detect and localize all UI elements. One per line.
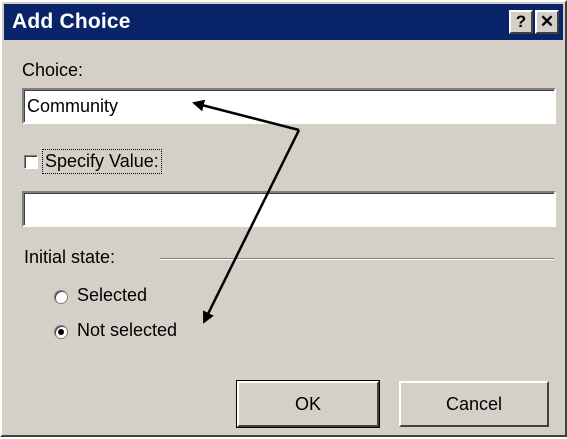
initial-state-label: Initial state: (24, 247, 116, 267)
specify-value-label[interactable]: Specify Value: (42, 149, 162, 174)
specify-value-checkbox[interactable] (24, 155, 38, 169)
radio-selected-label[interactable]: Selected (77, 285, 147, 306)
window-title: Add Choice (12, 10, 131, 33)
help-icon: ? (515, 12, 527, 31)
radio-not-selected-label[interactable]: Not selected (77, 320, 177, 341)
choice-label: Choice: (22, 60, 84, 80)
close-button[interactable]: ✕ (535, 10, 559, 34)
radio-not-selected[interactable] (54, 325, 68, 339)
help-button[interactable]: ? (509, 10, 533, 34)
group-divider (160, 258, 554, 260)
choice-input[interactable]: Community (22, 88, 556, 124)
title-bar: Add Choice ? ✕ (4, 4, 563, 40)
cancel-button[interactable]: Cancel (399, 381, 549, 427)
radio-selected[interactable] (54, 290, 68, 304)
specify-value-input[interactable] (22, 191, 556, 227)
radio-dot (58, 329, 64, 335)
close-icon: ✕ (539, 12, 555, 31)
add-choice-dialog: Add Choice ? ✕ Choice: Community Specify… (0, 0, 567, 437)
ok-button[interactable]: OK (236, 380, 380, 428)
